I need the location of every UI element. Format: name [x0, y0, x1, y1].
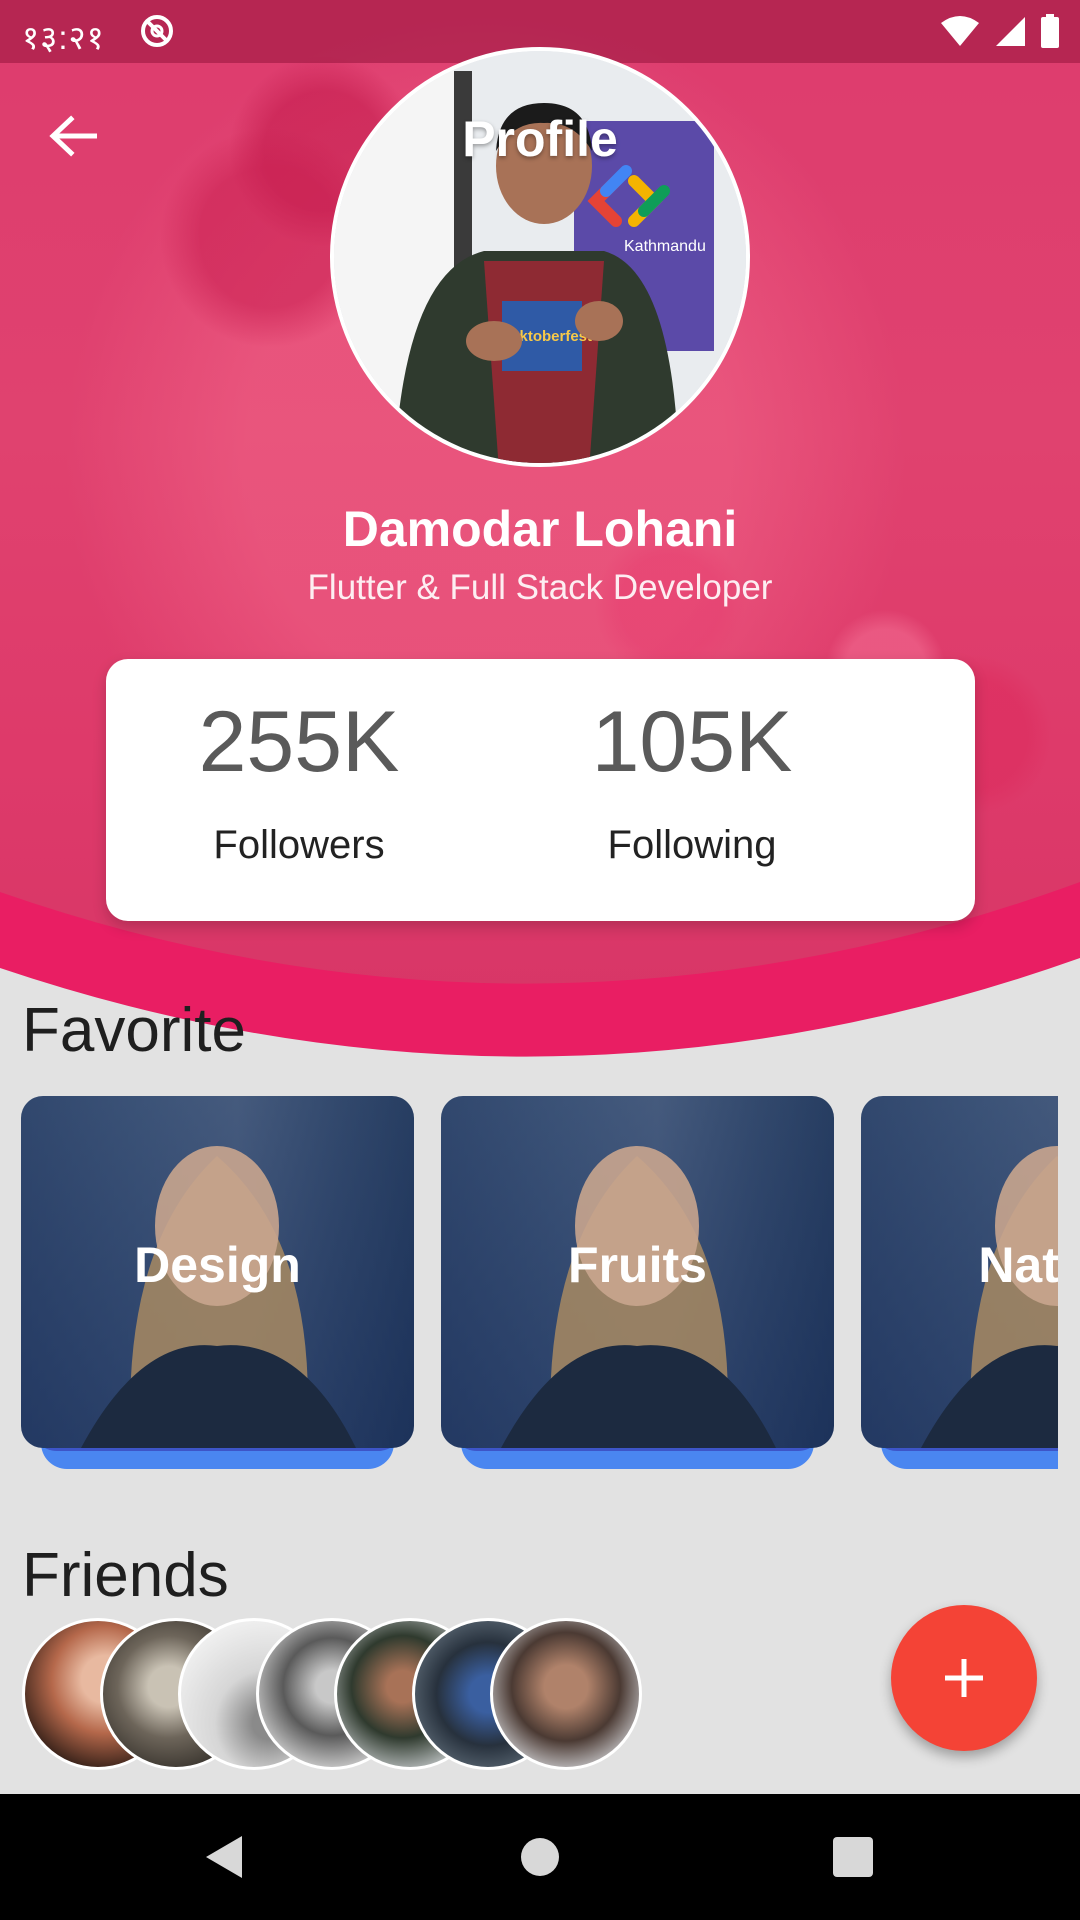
- nav-recents-button[interactable]: [828, 1832, 888, 1882]
- profile-header: १३:२१ Kathmandu Hacktoberfest Profile Da…: [0, 0, 1080, 1080]
- nav-home-button[interactable]: [512, 1832, 572, 1882]
- status-time: १३:२१: [22, 19, 105, 56]
- friend-avatar[interactable]: [490, 1618, 642, 1770]
- nav-home-icon: [521, 1838, 559, 1876]
- plus-icon: [945, 1659, 983, 1697]
- followers-count: 255K: [198, 694, 400, 790]
- followers-stat[interactable]: 255K Followers: [149, 699, 449, 868]
- nav-back-icon: [206, 1836, 242, 1878]
- followers-label: Followers: [213, 823, 385, 867]
- favorite-card-label: Fruits: [568, 1237, 707, 1293]
- battery-icon: [1041, 14, 1059, 48]
- favorite-card-label: Nature: [978, 1237, 1058, 1293]
- following-label: Following: [607, 823, 777, 867]
- nav-recents-icon: [833, 1837, 873, 1877]
- favorite-list[interactable]: Design Fruits Nature: [0, 1096, 1058, 1496]
- system-nav-bar: [0, 1794, 1080, 1920]
- favorite-card-nature[interactable]: Nature: [861, 1096, 1058, 1491]
- cell-signal-icon: [996, 17, 1025, 46]
- friends-title: Friends: [22, 1541, 229, 1610]
- stats-card: 255K Followers 105K Following: [106, 659, 975, 921]
- do-not-disturb-icon: [141, 15, 173, 47]
- page-title: Profile: [462, 111, 618, 167]
- nav-back-button[interactable]: [200, 1832, 260, 1882]
- favorite-card-design[interactable]: Design: [21, 1096, 414, 1491]
- add-button[interactable]: [891, 1605, 1037, 1751]
- profile-name: Damodar Lohani: [342, 501, 738, 557]
- favorite-card-label: Design: [134, 1237, 301, 1293]
- following-count: 105K: [591, 694, 793, 790]
- friends-list: [22, 1618, 722, 1774]
- wifi-icon: [941, 16, 979, 46]
- banner-text: Kathmandu: [624, 238, 706, 255]
- favorite-title: Favorite: [22, 996, 246, 1065]
- following-stat[interactable]: 105K Following: [542, 699, 842, 868]
- favorite-card-fruits[interactable]: Fruits: [441, 1096, 834, 1491]
- profile-role: Flutter & Full Stack Developer: [307, 568, 773, 607]
